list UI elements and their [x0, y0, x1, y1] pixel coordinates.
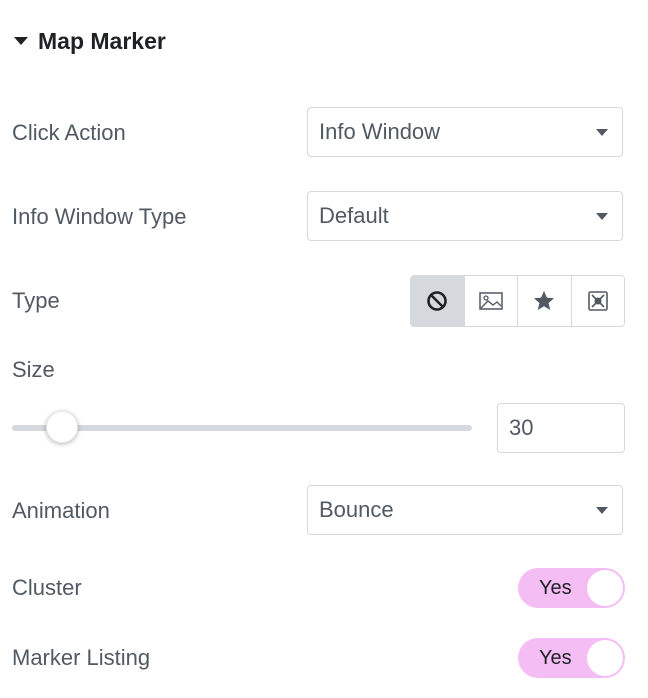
type-option-custom[interactable]: [570, 276, 624, 326]
image-icon: [479, 292, 503, 310]
toggle-knob: [587, 640, 623, 676]
star-icon: [534, 291, 555, 310]
type-option-none[interactable]: [411, 276, 464, 326]
toggle-knob: [587, 570, 623, 606]
animation-label: Animation: [12, 498, 110, 523]
cluster-label: Cluster: [12, 575, 82, 600]
click-action-select[interactable]: Info Window: [307, 107, 623, 157]
chevron-down-icon: [596, 213, 608, 220]
info-window-type-select[interactable]: Default: [307, 191, 623, 241]
marker-listing-label: Marker Listing: [12, 645, 151, 670]
chevron-down-icon: [596, 129, 608, 136]
type-option-image[interactable]: [463, 276, 517, 326]
click-action-label: Click Action: [12, 120, 126, 145]
custom-icon: [587, 291, 608, 311]
type-option-icon[interactable]: [517, 276, 571, 326]
section-title: Map Marker: [38, 27, 166, 54]
animation-select[interactable]: Bounce: [307, 485, 623, 535]
info-window-type-value: Default: [319, 203, 389, 228]
size-slider-handle[interactable]: [46, 411, 78, 443]
chevron-down-icon: [596, 507, 608, 514]
size-number-input[interactable]: 30: [497, 403, 625, 453]
section-header-map-marker[interactable]: Map Marker: [14, 26, 166, 56]
type-choose-group: [410, 275, 625, 327]
ban-icon: [427, 291, 448, 311]
size-slider-track[interactable]: [12, 425, 472, 431]
cluster-toggle-state: Yes: [539, 576, 572, 599]
size-label: Size: [12, 357, 55, 382]
cluster-toggle[interactable]: Yes: [518, 568, 625, 608]
info-window-type-label: Info Window Type: [12, 204, 187, 229]
size-value: 30: [509, 415, 534, 440]
marker-listing-toggle-state: Yes: [539, 646, 572, 669]
click-action-value: Info Window: [319, 119, 441, 144]
caret-down-icon: [14, 37, 28, 45]
marker-listing-toggle[interactable]: Yes: [518, 638, 625, 678]
type-label: Type: [12, 288, 60, 313]
animation-value: Bounce: [319, 497, 394, 522]
